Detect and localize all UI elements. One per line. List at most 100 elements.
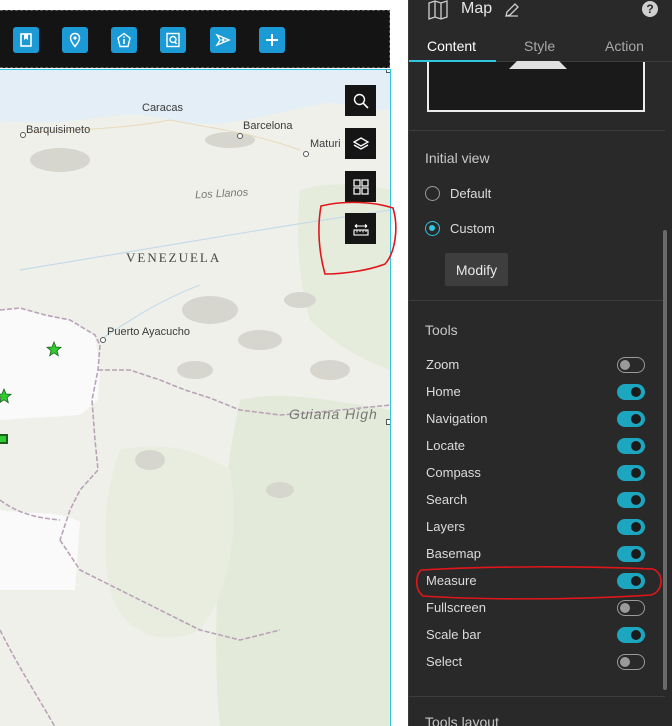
section-title-initial-view: Initial view [425, 150, 490, 166]
tool-label: Search [426, 492, 468, 507]
star-marker[interactable] [0, 388, 12, 404]
panel-header: Map ? [409, 0, 672, 24]
settings-panel: Map ? Content Style Action Initial view … [408, 0, 672, 726]
tool-row-search: Search [425, 490, 647, 510]
bookmark-icon [20, 33, 32, 47]
toggle-switch[interactable] [617, 573, 645, 589]
tool-row-basemap: Basemap [425, 544, 647, 564]
svg-text:?: ? [646, 2, 653, 16]
toggle-switch[interactable] [617, 357, 645, 373]
map-preview-thumbnail[interactable] [427, 61, 645, 112]
resize-handle[interactable] [386, 70, 390, 73]
tool-label: Home [426, 384, 461, 399]
bookmark-button[interactable] [13, 27, 39, 53]
builder-canvas: Caracas Barquisimeto Barcelona Maturi Lo… [0, 0, 408, 726]
toggle-switch[interactable] [617, 546, 645, 562]
divider [409, 300, 665, 301]
toggle-knob [631, 387, 641, 397]
tool-label: Select [426, 654, 463, 669]
query-icon [166, 32, 180, 48]
panel-title: Map [461, 0, 493, 17]
map-label-puerto-ayacucho: Puerto Ayacucho [107, 326, 190, 338]
toggle-knob [631, 441, 641, 451]
section-title-tools: Tools [425, 322, 458, 338]
map-label-barcelona: Barcelona [243, 120, 293, 132]
toggle-switch[interactable] [617, 627, 645, 643]
tool-label: Fullscreen [426, 600, 486, 615]
tool-label: Basemap [426, 546, 481, 561]
map-terrain [0, 70, 390, 726]
toggle-switch[interactable] [617, 654, 645, 670]
radio-label: Default [450, 186, 492, 201]
radio-custom[interactable]: Custom [425, 221, 495, 236]
toggle-switch[interactable] [617, 411, 645, 427]
tool-row-scale-bar: Scale bar [425, 625, 647, 645]
toggle-switch[interactable] [617, 600, 645, 616]
tab-style[interactable]: Style [524, 38, 555, 54]
map-label-maturin: Maturi [310, 138, 341, 150]
map-widget-icon [428, 0, 448, 20]
city-marker [100, 337, 106, 343]
layers-icon [352, 136, 369, 150]
tool-label: Navigation [426, 411, 488, 426]
tool-row-fullscreen: Fullscreen [425, 598, 647, 618]
radio-default[interactable]: Default [425, 186, 491, 201]
divider [409, 696, 665, 697]
toggle-knob [620, 656, 630, 667]
help-icon[interactable]: ? [641, 0, 659, 18]
map-label-barquisimeto: Barquisimeto [26, 124, 91, 136]
edit-icon[interactable] [503, 1, 521, 19]
map-label-venezuela: VENEZUELA [126, 250, 222, 265]
share-icon [215, 33, 231, 47]
map-basemap-button[interactable] [345, 171, 376, 202]
map-label-guiana-highlands: Guiana High [289, 406, 378, 422]
map-view[interactable]: Caracas Barquisimeto Barcelona Maturi Lo… [0, 69, 391, 726]
radio-button[interactable] [425, 186, 440, 201]
location-button[interactable] [62, 27, 88, 53]
add-widget-button[interactable] [259, 27, 285, 53]
toggle-knob [631, 495, 641, 505]
tab-action[interactable]: Action [605, 38, 644, 54]
modify-button[interactable]: Modify [445, 253, 508, 286]
map-layers-button[interactable] [345, 128, 376, 159]
map-search-button[interactable] [345, 85, 376, 116]
toggle-knob [620, 602, 630, 613]
toggle-knob [631, 576, 641, 586]
square-marker[interactable] [0, 434, 8, 444]
tool-label: Measure [426, 573, 477, 588]
preview-triangle [509, 61, 567, 69]
panel-scrollbar[interactable] [663, 230, 667, 690]
radio-button[interactable] [425, 221, 440, 236]
search-icon [353, 93, 369, 109]
star-marker[interactable] [46, 341, 62, 357]
query-button[interactable] [160, 27, 186, 53]
tool-label: Locate [426, 438, 466, 453]
tool-row-layers: Layers [425, 517, 647, 537]
tool-row-zoom: Zoom [425, 355, 647, 375]
toggle-switch[interactable] [617, 492, 645, 508]
toggle-knob [631, 414, 641, 424]
tool-row-compass: Compass [425, 463, 647, 483]
tool-label: Layers [426, 519, 466, 534]
map-measure-button[interactable] [345, 213, 376, 244]
toggle-switch[interactable] [617, 465, 645, 481]
divider [409, 130, 665, 131]
add-icon [266, 34, 278, 46]
info-button[interactable] [111, 27, 137, 53]
radio-label: Custom [450, 221, 495, 236]
tool-row-locate: Locate [425, 436, 647, 456]
toggle-switch[interactable] [617, 519, 645, 535]
location-pin-icon [69, 32, 81, 48]
toggle-switch[interactable] [617, 438, 645, 454]
tool-label: Compass [426, 465, 481, 480]
tab-content[interactable]: Content [427, 38, 476, 54]
tool-label: Zoom [426, 357, 460, 372]
measure-icon [352, 223, 369, 236]
resize-handle[interactable] [386, 419, 390, 425]
toggle-knob [620, 359, 630, 370]
tool-label: Scale bar [426, 627, 481, 642]
basemap-gallery-icon [352, 178, 369, 195]
toggle-knob [631, 468, 641, 478]
toggle-switch[interactable] [617, 384, 645, 400]
share-button[interactable] [210, 27, 236, 53]
